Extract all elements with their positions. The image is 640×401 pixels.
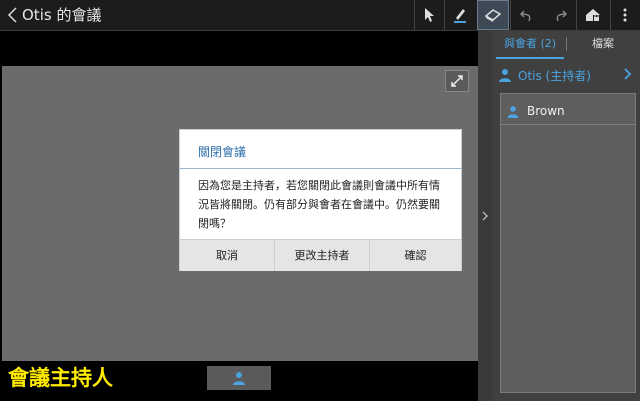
dialog-message: 因為您是主持者，若您關閉此會議則會議中所有情況皆將關閉。仍有部分與會者在會議中。… xyxy=(198,179,440,230)
host-row[interactable]: Otis (主持者) xyxy=(498,61,638,89)
redo-button[interactable] xyxy=(545,0,575,30)
participant-list: Brown xyxy=(500,93,636,393)
fullscreen-button[interactable] xyxy=(445,70,469,92)
expand-icon xyxy=(451,75,463,87)
chevron-right-icon xyxy=(624,65,632,84)
app-window: Otis 的會議 會議主持人 與會者 (2) 檔案 Otis (主持者) Bro… xyxy=(0,0,640,401)
participant-view-button[interactable] xyxy=(207,366,271,390)
lock-button[interactable] xyxy=(578,0,608,30)
tab-divider xyxy=(566,37,567,51)
pen-icon xyxy=(454,9,466,23)
top-bar: Otis 的會議 xyxy=(0,0,640,31)
panel-toggle[interactable] xyxy=(478,31,492,401)
dialog-button-bar: 取消 更改主持者 確認 xyxy=(180,239,461,271)
dialog-title: 關閉會議 xyxy=(198,145,247,159)
more-vertical-icon xyxy=(623,8,627,22)
host-name: Otis (主持者) xyxy=(518,68,591,83)
back-button[interactable] xyxy=(6,6,20,24)
list-divider xyxy=(501,124,635,125)
page-title: Otis 的會議 xyxy=(22,6,102,24)
redo-icon xyxy=(556,10,568,22)
dialog-title-divider xyxy=(180,168,461,169)
participant-name: Brown xyxy=(527,104,565,118)
cancel-button[interactable]: 取消 xyxy=(180,240,274,271)
lock-icon xyxy=(586,9,600,21)
more-button[interactable] xyxy=(610,0,640,30)
close-meeting-dialog: 關閉會議 因為您是主持者，若您關閉此會議則會議中所有情況皆將關閉。仍有部分與會者… xyxy=(180,130,461,271)
confirm-button[interactable]: 確認 xyxy=(370,240,461,271)
undo-button[interactable] xyxy=(512,0,542,30)
person-icon xyxy=(233,372,245,385)
pointer-tool-button[interactable] xyxy=(414,0,444,30)
list-item[interactable]: Brown xyxy=(507,100,565,122)
host-person-icon xyxy=(499,69,511,82)
undo-icon xyxy=(519,10,531,22)
eraser-icon xyxy=(484,9,502,22)
chevron-right-icon xyxy=(482,211,488,221)
host-caption: 會議主持人 xyxy=(8,366,113,390)
change-host-button[interactable]: 更改主持者 xyxy=(275,240,369,271)
pointer-icon xyxy=(425,8,434,22)
panel-tabs: 與會者 (2) 檔案 xyxy=(492,31,640,59)
tab-participants[interactable]: 與會者 (2) xyxy=(496,31,564,59)
person-icon xyxy=(507,105,519,118)
participants-panel: 與會者 (2) 檔案 Otis (主持者) Brown xyxy=(492,31,640,401)
eraser-tool-button[interactable] xyxy=(477,0,509,30)
toolbar-divider xyxy=(576,0,577,30)
pen-tool-button[interactable] xyxy=(445,0,475,30)
tab-files[interactable]: 檔案 xyxy=(570,31,636,57)
toolbar-divider xyxy=(510,0,511,30)
